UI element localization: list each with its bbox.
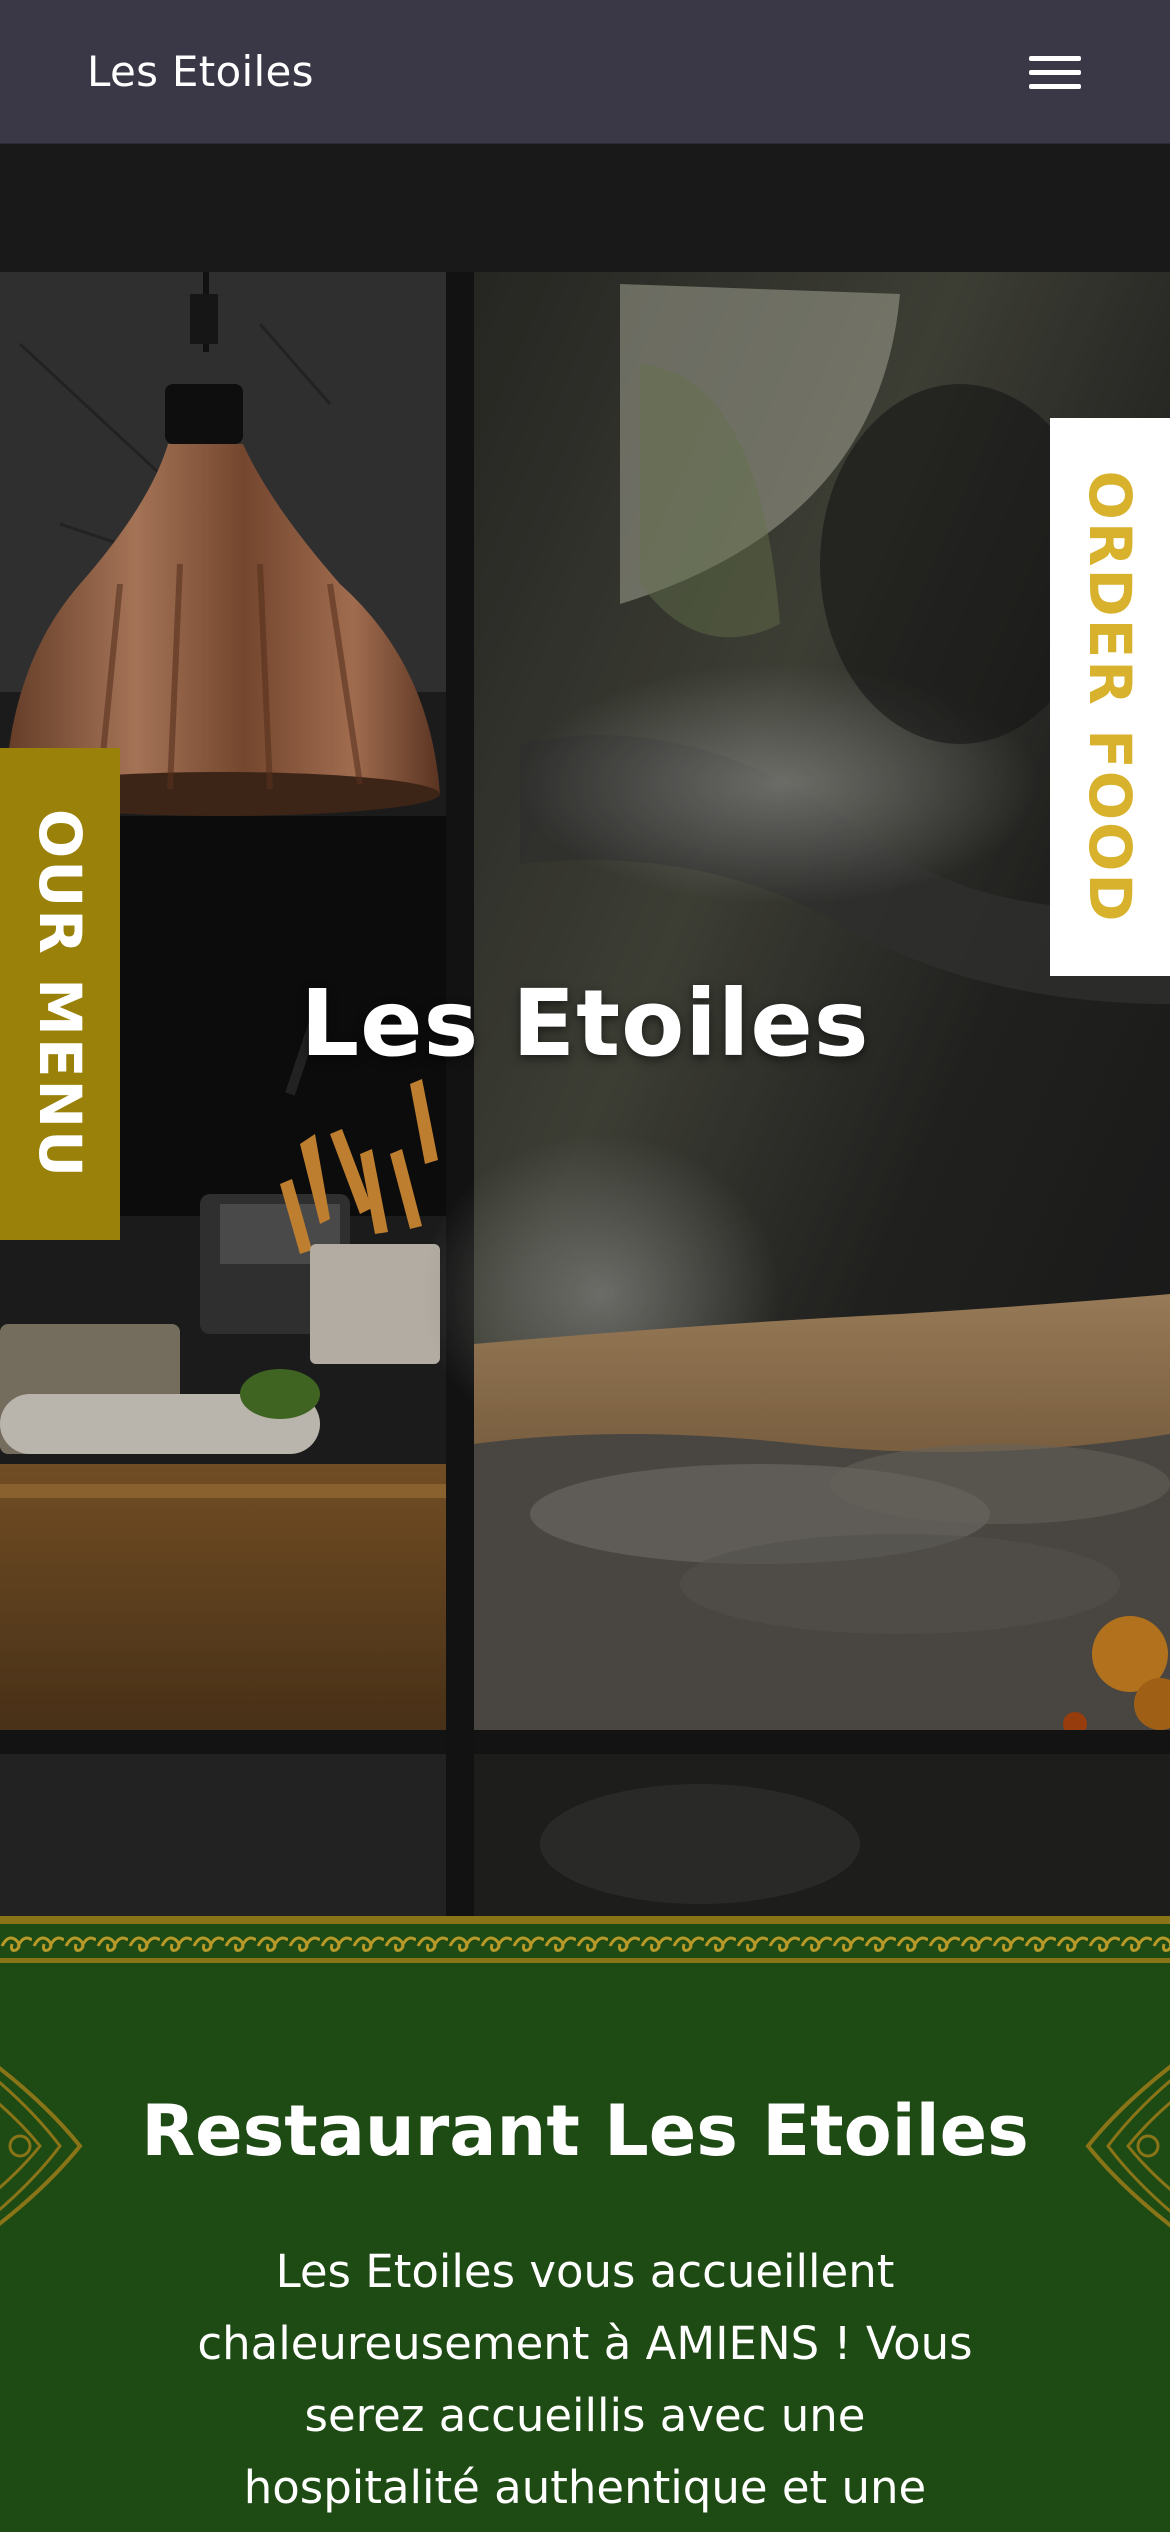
- hamburger-menu-icon[interactable]: [1020, 42, 1092, 102]
- hamburger-line: [1029, 56, 1081, 61]
- intro-text: Les Etoiles vous accueillent chaleureuse…: [197, 2245, 973, 2514]
- hero-title: Les Etoiles: [300, 970, 870, 1077]
- intro-title: Restaurant Les Etoiles: [141, 2090, 1029, 2172]
- decorative-border-pattern: [0, 1916, 1170, 1963]
- hamburger-line: [1029, 84, 1081, 89]
- hero-section: Les Etoiles: [0, 144, 1170, 1916]
- our-menu-label: OUR MENU: [26, 808, 94, 1180]
- brand-logo-text[interactable]: Les Etoiles: [87, 40, 314, 104]
- intro-section: Restaurant Les Etoiles Les Etoiles vous …: [0, 1916, 1170, 2532]
- top-navbar: Les Etoiles: [0, 0, 1170, 144]
- hamburger-line: [1029, 70, 1081, 75]
- order-food-label: ORDER FOOD: [1076, 470, 1144, 924]
- our-menu-tab[interactable]: OUR MENU: [0, 748, 120, 1240]
- order-food-tab[interactable]: ORDER FOOD: [1050, 418, 1170, 976]
